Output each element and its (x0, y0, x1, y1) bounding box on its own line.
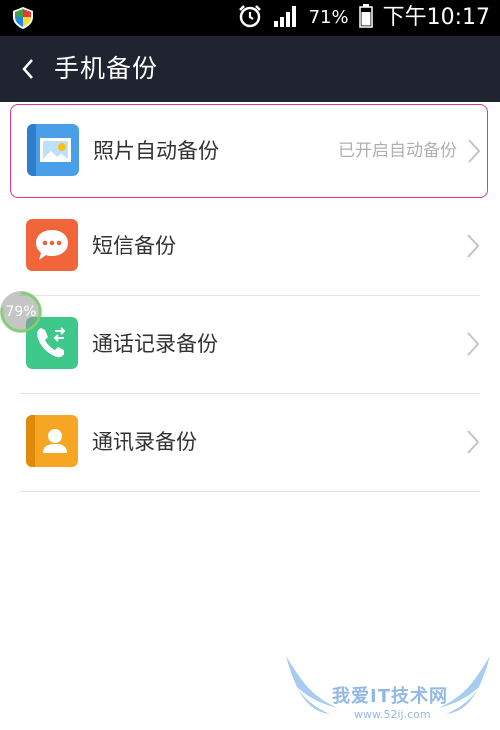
list-item-call-log-backup[interactable]: 通话记录备份 (20, 296, 480, 394)
alarm-icon (237, 3, 263, 33)
battery-percent: 71% (308, 7, 349, 28)
list-item-contacts-backup[interactable]: 通讯录备份 (20, 394, 480, 492)
status-bar: 71% 下午10:17 (0, 0, 500, 36)
chevron-left-icon (22, 59, 33, 79)
item-label: 通讯录备份 (92, 430, 197, 454)
watermark: 我爱IT技术网 www.52ij.com (282, 652, 494, 724)
battery-icon (358, 4, 373, 32)
chevron-right-icon (468, 139, 481, 163)
item-label: 照片自动备份 (93, 139, 219, 163)
badge-text: 79% (5, 304, 37, 320)
signal-icon (273, 4, 299, 32)
watermark-url: www.52ij.com (354, 708, 431, 721)
contacts-icon (26, 415, 78, 467)
chevron-right-icon (467, 234, 480, 258)
item-label: 通话记录备份 (92, 332, 218, 356)
backup-list: 照片自动备份 已开启自动备份 短信备份 通话记录备份 通讯录备份 (0, 102, 500, 492)
chevron-right-icon (467, 332, 480, 356)
status-right: 71% 下午10:17 (237, 0, 490, 36)
clock-time: 下午10:17 (382, 5, 490, 30)
floating-memory-badge[interactable]: 79% (0, 291, 42, 333)
list-item-photo-backup[interactable]: 照片自动备份 已开启自动备份 (10, 104, 488, 198)
watermark-text: 我爱IT技术网 (332, 686, 448, 707)
photo-icon (27, 124, 79, 176)
list-item-sms-backup[interactable]: 短信备份 (20, 198, 480, 296)
item-status: 已开启自动备份 (338, 141, 457, 161)
shield-icon (12, 6, 34, 30)
item-label: 短信备份 (92, 234, 176, 258)
page-title: 手机备份 (54, 54, 159, 83)
app-bar: 手机备份 (0, 36, 500, 102)
chevron-right-icon (467, 430, 480, 454)
message-icon (26, 219, 78, 271)
back-button[interactable] (14, 50, 42, 88)
